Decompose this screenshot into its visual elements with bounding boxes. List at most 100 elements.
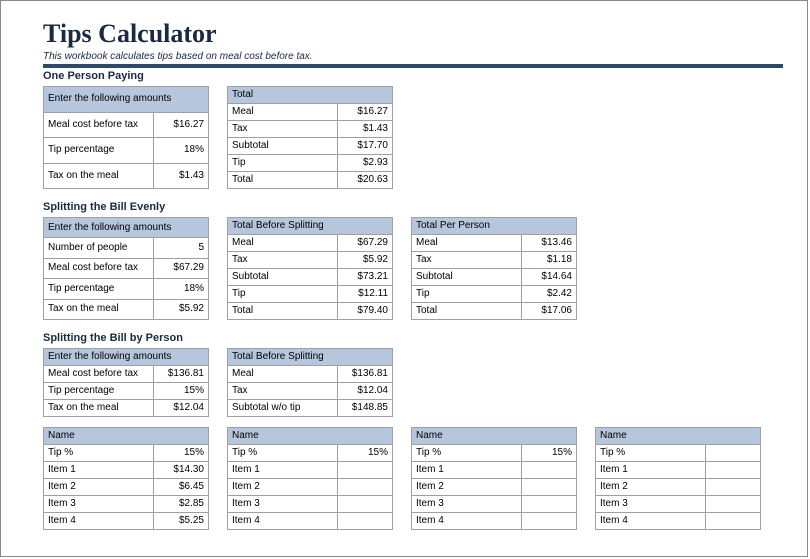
person-item-value[interactable] [706,496,761,513]
before-total-label: Total [228,303,338,320]
total-total-label: Total [228,172,338,189]
total-subtotal-label: Subtotal [228,138,338,155]
before-subtotal-label: Subtotal [228,269,338,286]
person-item-value[interactable] [338,496,393,513]
person-item-value[interactable]: $2.85 [154,496,209,513]
tip-pct-value[interactable]: 18% [154,138,209,164]
person-item-label: Item 2 [596,479,706,496]
section2-before-table: Total Before Splitting Meal$67.29 Tax$5.… [227,217,393,320]
table-row: Meal$13.46 [412,235,577,252]
person-tip-value[interactable]: 15% [338,445,393,462]
tip-pct2-value[interactable]: 18% [154,279,209,299]
section1-title: One Person Paying [43,70,807,82]
person-item-value[interactable] [522,496,577,513]
person-item-value[interactable] [522,513,577,530]
section2-input-header: Enter the following amounts [44,218,209,238]
person-item-value[interactable]: $6.45 [154,479,209,496]
per-subtotal-label: Subtotal [412,269,522,286]
person-item-label: Item 1 [228,462,338,479]
person-tip-value[interactable]: 15% [154,445,209,462]
person-item-value[interactable]: $14.30 [154,462,209,479]
total-subtotal-value: $17.70 [338,138,393,155]
table-row: Tax on the meal$5.92 [44,299,209,319]
meal-cost2-value[interactable]: $67.29 [154,258,209,278]
meal-cost-value[interactable]: $16.27 [154,112,209,138]
table-row: Item 3 [228,496,393,513]
table-row: Item 2 [596,479,761,496]
section2-before-header: Total Before Splitting [228,218,393,235]
person-item-label: Item 2 [44,479,154,496]
person-item-value[interactable] [522,462,577,479]
table-row: Item 2$6.45 [44,479,209,496]
table-row: Item 4 [596,513,761,530]
person-item-value[interactable] [338,513,393,530]
before3-tax-value: $12.04 [338,383,393,400]
per-subtotal-value: $14.64 [522,269,577,286]
tax3-value[interactable]: $12.04 [154,400,209,417]
tip-pct3-value[interactable]: 15% [154,383,209,400]
person-item-value[interactable] [338,479,393,496]
person-name-header[interactable]: Name [44,428,209,445]
table-row: Item 3$2.85 [44,496,209,513]
table-row: Item 2 [228,479,393,496]
before3-tax-label: Tax [228,383,338,400]
per-tax-label: Tax [412,252,522,269]
per-tip-label: Tip [412,286,522,303]
person-tip-value[interactable] [706,445,761,462]
before3-meal-label: Meal [228,366,338,383]
before3-subtotal-value: $148.85 [338,400,393,417]
section2-title: Splitting the Bill Evenly [43,201,807,213]
person-tip-value[interactable]: 15% [522,445,577,462]
title-divider [43,64,783,68]
person-tip-label: Tip % [228,445,338,462]
table-row: Tip$2.93 [228,155,393,172]
section3-before-header: Total Before Splitting [228,349,393,366]
before-tax-value: $5.92 [338,252,393,269]
person-item-label: Item 4 [44,513,154,530]
section3-row: Enter the following amounts Meal cost be… [43,348,807,417]
person-item-value[interactable] [522,479,577,496]
table-row: Item 4 [228,513,393,530]
section2-row: Enter the following amounts Number of pe… [43,217,807,320]
section1-total-header: Total [228,87,393,104]
tax-value[interactable]: $1.43 [154,163,209,189]
person-item-value[interactable] [706,462,761,479]
person-item-value[interactable] [338,462,393,479]
person-item-label: Item 1 [596,462,706,479]
table-row: Tip percentage15% [44,383,209,400]
table-row: Tip %15% [412,445,577,462]
person-item-value[interactable]: $5.25 [154,513,209,530]
person-table: NameTip %Item 1Item 2Item 3Item 4 [595,427,761,530]
person-name-header[interactable]: Name [596,428,761,445]
tip-pct-label: Tip percentage [44,138,154,164]
section3-input-header: Enter the following amounts [44,349,209,366]
meal-cost2-label: Meal cost before tax [44,258,154,278]
person-name-header[interactable]: Name [412,428,577,445]
table-row: Subtotal$73.21 [228,269,393,286]
table-row: Tax$1.18 [412,252,577,269]
table-row: Tip$12.11 [228,286,393,303]
person-item-value[interactable] [706,513,761,530]
person-item-value[interactable] [706,479,761,496]
meal-cost-label: Meal cost before tax [44,112,154,138]
person-item-label: Item 3 [412,496,522,513]
page-subtitle: This workbook calculates tips based on m… [43,51,807,62]
tax2-value[interactable]: $5.92 [154,299,209,319]
table-row: Tip percentage18% [44,138,209,164]
table-row: Tax$12.04 [228,383,393,400]
before-meal-label: Meal [228,235,338,252]
person-name-header[interactable]: Name [228,428,393,445]
table-row: Item 1 [596,462,761,479]
table-row: Item 3 [596,496,761,513]
person-tip-label: Tip % [44,445,154,462]
num-people-value[interactable]: 5 [154,238,209,258]
tax2-label: Tax on the meal [44,299,154,319]
section1-input-table: Enter the following amounts Meal cost be… [43,86,209,189]
section2-per-header: Total Per Person [412,218,577,235]
meal-cost3-value[interactable]: $136.81 [154,366,209,383]
before-tip-value: $12.11 [338,286,393,303]
table-row: Total$17.06 [412,303,577,320]
table-row: Meal$16.27 [228,104,393,121]
total-meal-label: Meal [228,104,338,121]
total-total-value: $20.63 [338,172,393,189]
